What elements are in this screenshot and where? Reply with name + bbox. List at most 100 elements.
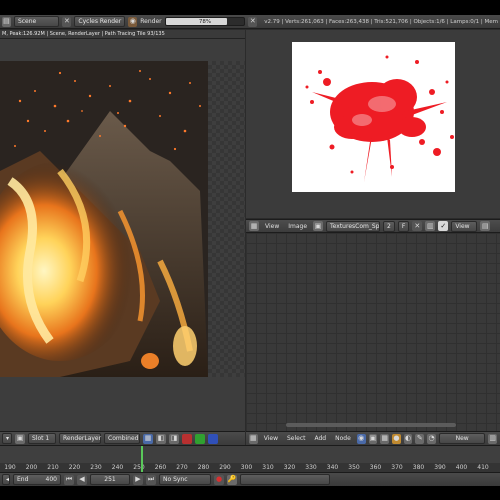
image-browse-icon[interactable]: ▣ — [313, 221, 324, 231]
line-style-icon[interactable]: ✎ — [415, 433, 425, 444]
new-material-button[interactable]: New — [438, 433, 486, 444]
end-frame-field[interactable]: End 400 — [13, 474, 61, 485]
compositing-nodes-icon[interactable]: ▣ — [368, 433, 378, 444]
timeline-tick-label: 200 — [25, 464, 38, 471]
current-frame-field[interactable]: 251 — [90, 474, 130, 485]
timeline-area[interactable]: 190 200 210 220 230 240 250 260 270 280 290 300 310 3… — [0, 445, 500, 473]
timeline-tick-label: 270 — [176, 464, 188, 471]
record-icon[interactable]: ● — [214, 474, 224, 485]
timeline-tick-label: 400 — [455, 464, 468, 471]
timeline-tick-label: 390 — [434, 464, 446, 471]
timeline-tick-label: 230 — [90, 464, 102, 471]
jump-end-icon[interactable]: ⏭ — [146, 474, 156, 485]
red-splatter-svg — [305, 55, 454, 182]
render-layer-selector[interactable]: RenderLayer — [59, 433, 101, 444]
node-editor-type-icon[interactable]: ▦ — [249, 433, 258, 444]
image-menu[interactable]: Image — [285, 223, 310, 230]
node-view-menu[interactable]: View — [261, 435, 281, 442]
timeline-tick-label: 260 — [154, 464, 167, 471]
channel-rgb-icon[interactable]: ▦ — [143, 433, 153, 444]
play-icon[interactable]: ▶ — [133, 474, 143, 485]
image-view-menu[interactable]: View — [262, 223, 282, 230]
timeline-tick-label: 330 — [305, 464, 317, 471]
checkbox-icon[interactable]: ✓ — [438, 221, 449, 231]
image-editor-header: ▦ View Image ▣ TexturesCom_Splatt... 2 F… — [246, 219, 500, 233]
timeline-tick-label: 380 — [412, 464, 425, 471]
channel-red-icon[interactable] — [182, 433, 192, 444]
node-select-menu[interactable]: Select — [284, 435, 309, 442]
timeline-tick-label: 280 — [197, 464, 210, 471]
pin-icon[interactable]: ✕ — [412, 221, 423, 231]
timeline-tick-label: 220 — [68, 464, 81, 471]
scene-stats: v2.79 | Verts:261,063 | Faces:263,438 | … — [264, 18, 498, 25]
pin-node-icon[interactable]: ▥ — [488, 433, 498, 444]
node-add-menu[interactable]: Add — [312, 435, 330, 442]
timeline-tick-label: 310 — [262, 464, 274, 471]
browse-material-icon[interactable]: ◔ — [427, 433, 436, 444]
playback-controls-bar: ◂ End 400 ⏮ ◀ 251 ▶ ⏭ No Sync ● 🔑 — [0, 472, 500, 486]
channel-blue-icon[interactable] — [208, 433, 218, 444]
render-engine-selector[interactable]: Cycles Render — [74, 16, 126, 27]
render-pass-selector[interactable]: Combined — [104, 433, 140, 444]
channel-color-icon[interactable]: ◧ — [156, 433, 166, 444]
timeline-tick-label: 300 — [240, 464, 253, 471]
keying-set-icon[interactable]: 🔑 — [227, 474, 237, 485]
cancel-render-icon[interactable]: ✕ — [248, 16, 258, 27]
render-status-strip: M, Peak:126.92M | Scene, RenderLayer | P… — [0, 30, 245, 39]
shader-nodes-icon[interactable]: ◉ — [356, 433, 366, 444]
node-editor-scrollbar[interactable] — [286, 423, 456, 427]
splatter-texture-image — [292, 42, 455, 192]
jump-start-icon[interactable]: ⏮ — [64, 474, 74, 485]
render-label: Render — [140, 18, 162, 25]
texture-name-field[interactable]: TexturesCom_Splatt... — [326, 220, 381, 232]
node-editor-header: ▦ View Select Add Node ◉ ▣ ▦ ● ◐ ✎ ◔ New… — [246, 431, 500, 445]
channel-alpha-icon[interactable]: ◨ — [169, 433, 179, 444]
rendered-lava-image — [0, 61, 208, 377]
timeline-tick-label: 340 — [326, 464, 339, 471]
timeline-tick-label: 350 — [348, 464, 360, 471]
timeline-tick-label: 320 — [283, 464, 296, 471]
collapse-button[interactable]: ◂ — [2, 474, 10, 485]
end-frame-value: 400 — [45, 476, 57, 483]
viewport-empty-area — [208, 61, 245, 377]
timeline-track[interactable] — [0, 446, 500, 463]
editor-type-icon[interactable]: ▦ — [249, 221, 259, 231]
keying-set-field[interactable] — [240, 474, 330, 485]
world-shader-icon[interactable]: ◐ — [403, 433, 413, 444]
texture-users-count[interactable]: 2 — [383, 220, 395, 232]
fake-user-toggle[interactable]: F — [397, 220, 410, 232]
slot-selector[interactable]: Slot 1 — [28, 433, 56, 444]
image-icon[interactable]: ▣ — [15, 433, 25, 444]
timeline-tick-label: 190 — [4, 464, 16, 471]
scene-selector[interactable]: Scene — [13, 16, 60, 27]
texture-nodes-icon[interactable]: ▦ — [380, 433, 389, 444]
render-progress-text: 78% — [198, 19, 212, 25]
top-black-strip — [0, 0, 500, 15]
overlay-icon[interactable]: ▤ — [480, 221, 491, 231]
node-editor-area[interactable] — [246, 233, 500, 431]
info-header-bar: ▤ Scene ✕ Cycles Render ◉ Render 78% ✕ v… — [0, 15, 500, 29]
timeline-tick-label: 370 — [391, 464, 403, 471]
bottom-black-strip — [0, 486, 500, 500]
timeline-playhead[interactable] — [141, 446, 144, 473]
sync-mode-selector[interactable]: No Sync — [159, 474, 211, 485]
timeline-tick-label: 360 — [369, 464, 382, 471]
node-menu[interactable]: Node — [332, 435, 354, 442]
lava-render-svg — [0, 61, 208, 377]
object-shader-icon[interactable]: ● — [392, 433, 401, 444]
play-reverse-icon[interactable]: ◀ — [77, 474, 87, 485]
view-mode-selector[interactable]: View — [451, 220, 478, 232]
scene-icon[interactable]: ▤ — [2, 16, 11, 27]
timeline-tick-label: 210 — [47, 464, 59, 471]
end-frame-label: End — [17, 476, 29, 483]
timeline-tick-label: 410 — [477, 464, 489, 471]
close-scene-icon[interactable]: ✕ — [62, 16, 72, 27]
channel-green-icon[interactable] — [195, 433, 205, 444]
3d-viewport[interactable] — [0, 39, 245, 431]
render-slot-toggle[interactable]: ▾ — [2, 433, 12, 444]
image-preview-area[interactable] — [246, 30, 500, 218]
render-icon[interactable]: ◉ — [128, 16, 138, 27]
timeline-tick-label: 290 — [219, 464, 231, 471]
render-progress-bar: 78% — [164, 17, 246, 26]
display-channels-icon[interactable]: ▥ — [425, 221, 436, 231]
